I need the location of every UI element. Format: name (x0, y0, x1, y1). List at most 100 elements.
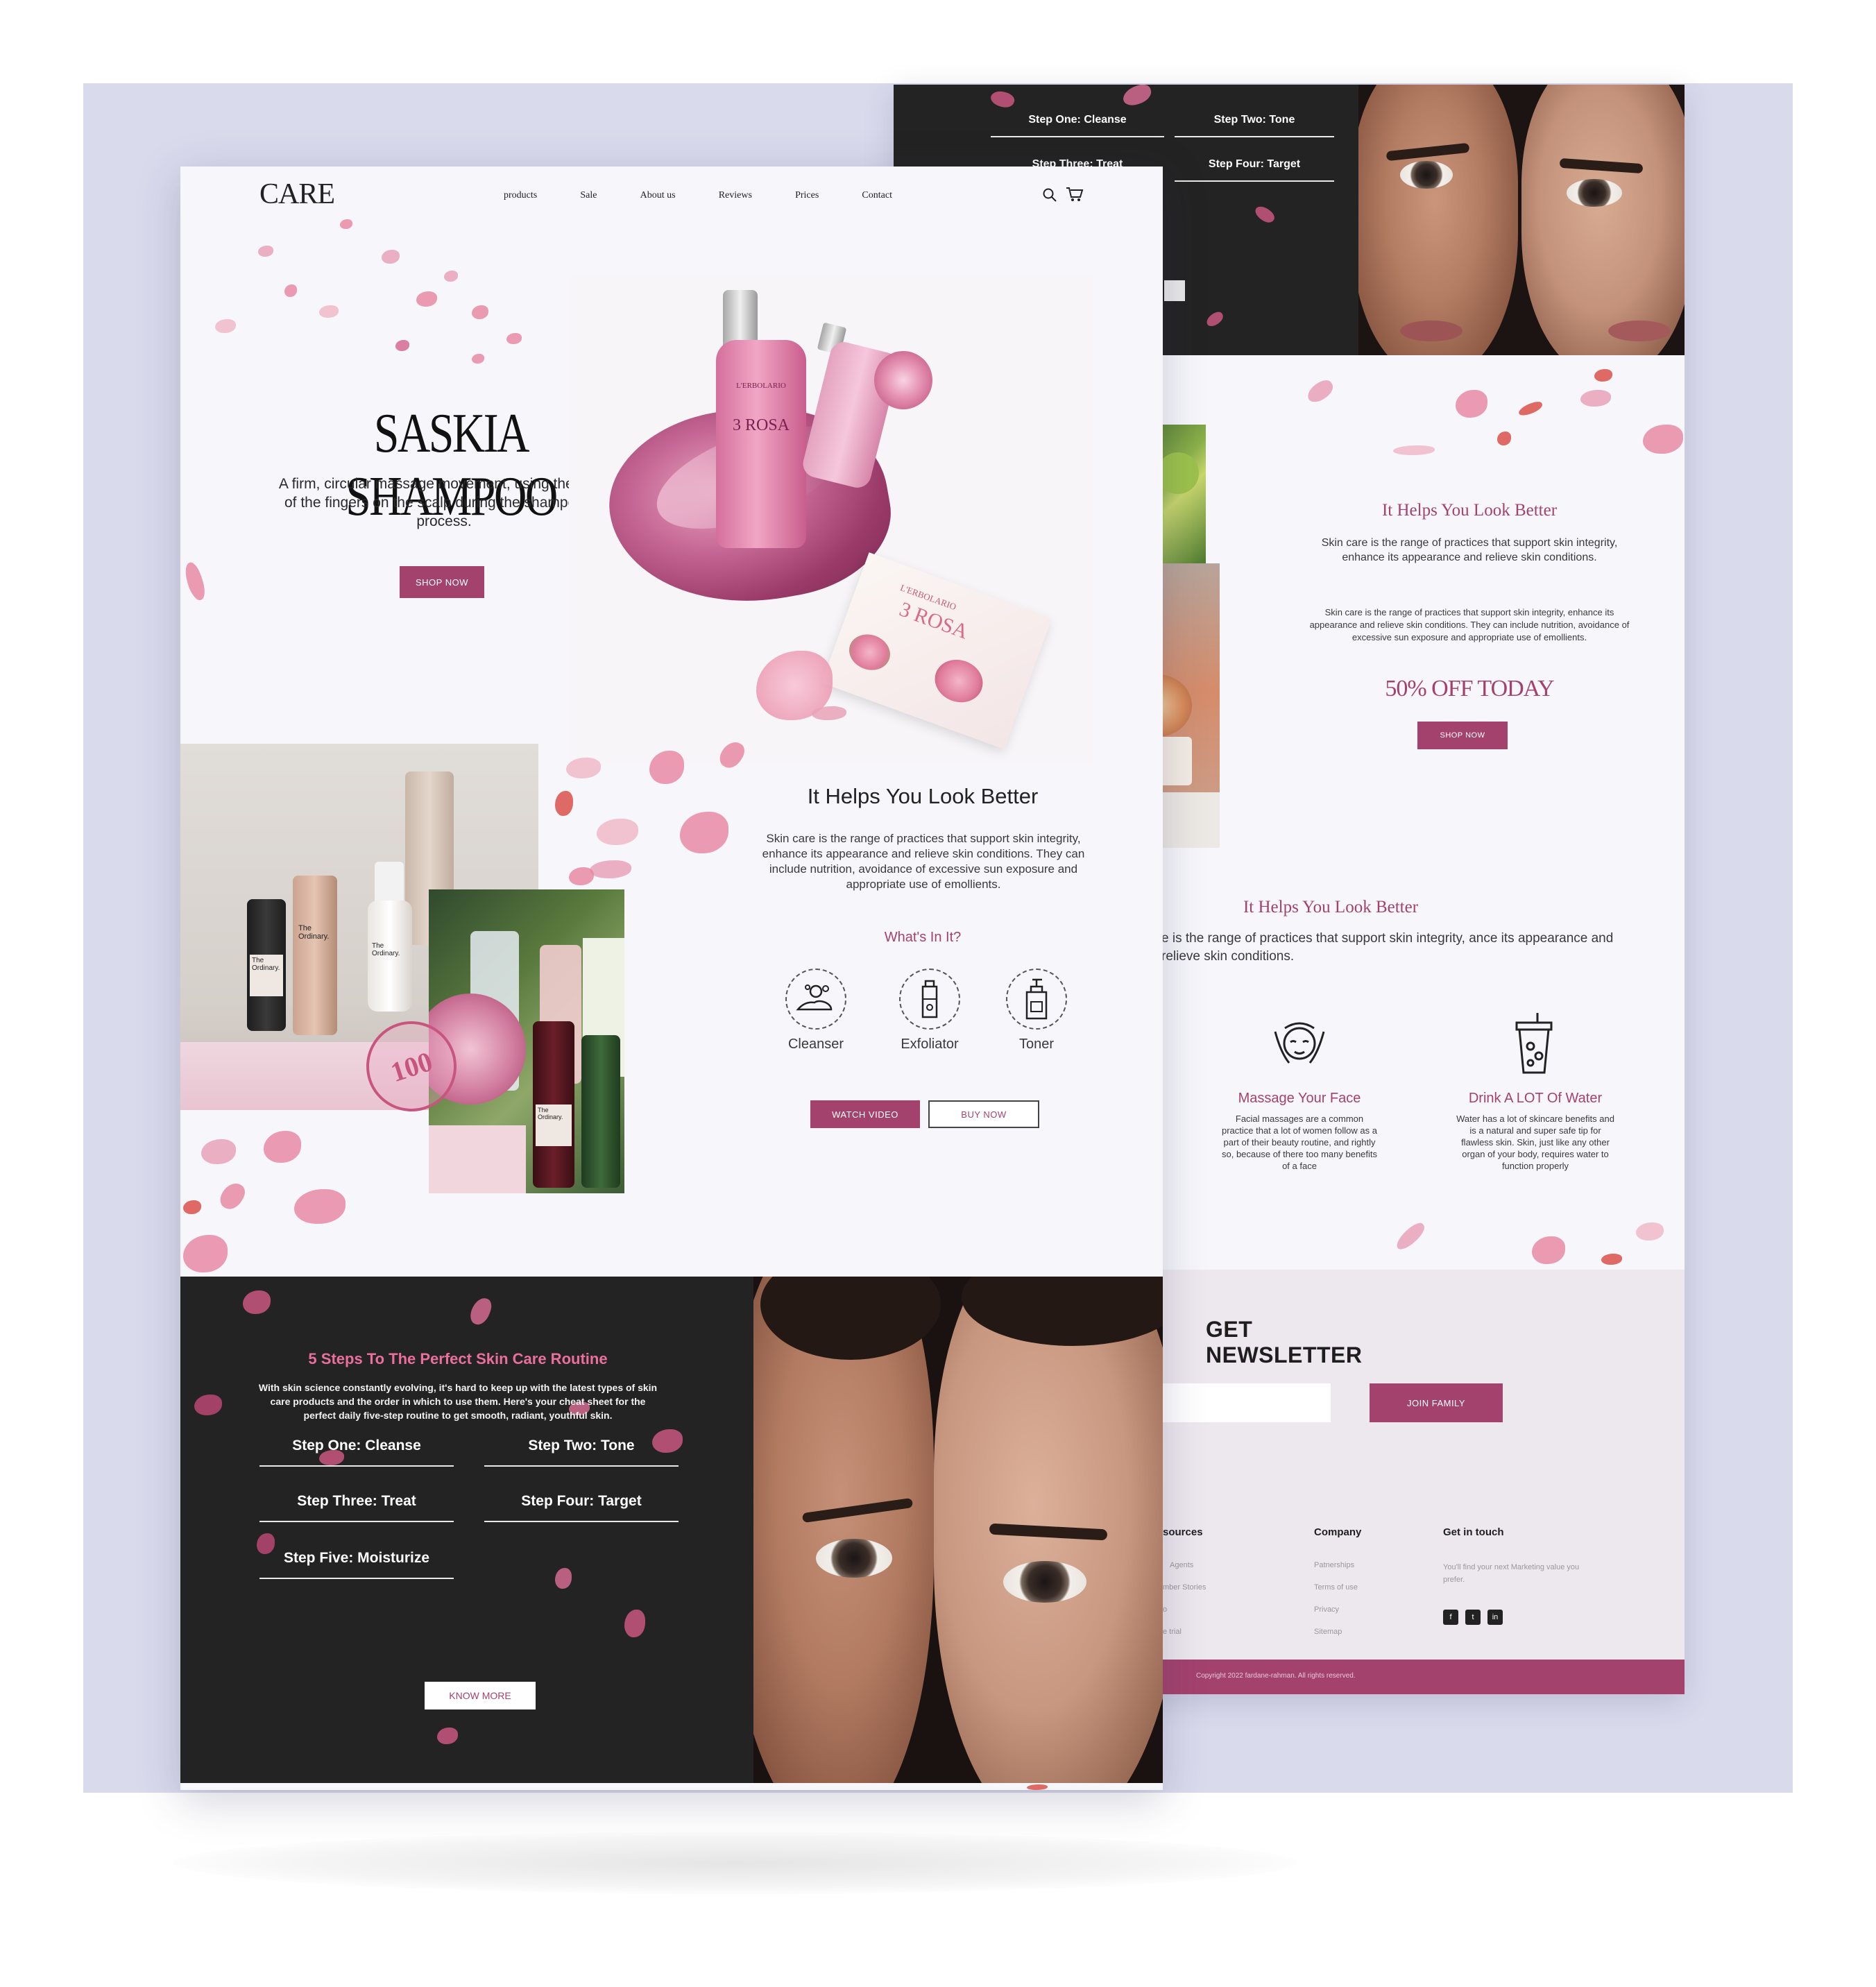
petal (183, 1200, 201, 1214)
petal (382, 250, 400, 264)
footer-link[interactable]: Agents (1170, 1561, 1193, 1569)
linkedin-icon[interactable]: in (1487, 1610, 1503, 1625)
step-two[interactable]: Step Two: Tone (484, 1438, 679, 1467)
petal (1601, 1254, 1622, 1265)
back-promo-body: Skin care is the range of practices that… (1321, 537, 1618, 563)
tip-title-massage: Massage Your Face (1238, 1091, 1361, 1106)
facebook-icon[interactable]: f (1443, 1610, 1458, 1625)
petal (216, 1179, 248, 1213)
petal (215, 319, 236, 333)
back-shop-now-button[interactable]: SHOP NOW (1417, 722, 1508, 749)
ingredient-cleanser: Cleanser (787, 1037, 844, 1052)
step-four[interactable]: Step Four: Target (484, 1493, 679, 1522)
watch-video-button[interactable]: WATCH VIDEO (810, 1100, 920, 1128)
social-links: f t in (1443, 1610, 1510, 1625)
petal (1517, 400, 1544, 418)
bottle-brand-label: L'ERBOLARIO (736, 382, 786, 390)
petal (467, 1295, 495, 1328)
petal (340, 219, 352, 229)
petal (1204, 309, 1226, 329)
step-five[interactable]: Step Five: Moisturize (259, 1550, 454, 1579)
footer-touch-text: You'll find your next Marketing value yo… (1443, 1563, 1580, 1584)
copyright-text: Copyright 2022 fardane-rahman. All right… (1196, 1672, 1356, 1680)
shampoo-bottle: L'ERBOLARIO 3 ROSA (716, 340, 806, 548)
search-icon[interactable] (1042, 187, 1057, 203)
know-more-button[interactable]: KNOW MORE (425, 1682, 536, 1709)
newsletter-title: GET NEWSLETTER (1206, 1317, 1363, 1367)
back-promo-body-small: Skin care is the range of practices that… (1309, 607, 1630, 642)
footer-col-touch-title: Get in touch (1443, 1526, 1504, 1538)
petal (437, 1728, 458, 1744)
step-three[interactable]: Step Three: Treat (259, 1493, 454, 1522)
nav-products[interactable]: products (504, 190, 537, 201)
petal (1027, 1784, 1048, 1790)
petal (1252, 203, 1277, 226)
back-tips-body: e is the range of practices that support… (1161, 931, 1614, 964)
petal (1580, 390, 1611, 407)
petal (183, 1235, 228, 1272)
routine-section: 5 Steps To The Perfect Skin Care Routine… (180, 1277, 753, 1783)
petal (1120, 85, 1154, 108)
petal (989, 87, 1016, 111)
bottle-product-label: 3 ROSA (732, 416, 790, 434)
footer-link[interactable]: Terms of use (1314, 1583, 1358, 1592)
back-tips-title: It Helps You Look Better (1243, 898, 1419, 916)
hero-shop-now-button[interactable]: SHOP NOW (400, 566, 484, 598)
footer-link[interactable]: e trial (1163, 1628, 1182, 1636)
nav-about[interactable]: About us (640, 190, 676, 201)
nav-sale[interactable]: Sale (580, 190, 597, 201)
petal (597, 819, 638, 845)
footer-link[interactable]: Privacy (1314, 1605, 1339, 1614)
petal (258, 246, 273, 257)
bottle-label: The Ordinary. (250, 955, 283, 996)
petal (416, 291, 437, 307)
nav-prices[interactable]: Prices (795, 190, 819, 201)
petal (1392, 1220, 1429, 1253)
cart-icon[interactable] (1066, 186, 1084, 203)
footer-link[interactable]: mber Stories (1163, 1583, 1206, 1592)
serums-image: The Ordinary. (429, 889, 624, 1193)
main-nav: products Sale About us Reviews Prices Co… (504, 190, 892, 201)
petal (472, 354, 484, 364)
petal (264, 1131, 301, 1163)
footer-link[interactable]: Patnerships (1314, 1561, 1354, 1569)
petal (506, 333, 522, 344)
bottle-label: The Ordinary. (536, 1105, 572, 1146)
back-step-four[interactable]: Step Four: Target (1175, 158, 1334, 182)
back-step-two[interactable]: Step Two: Tone (1175, 114, 1334, 137)
nav-reviews[interactable]: Reviews (719, 190, 752, 201)
feature-title: It Helps You Look Better (807, 784, 1039, 808)
ingredient-exfoliator: Exfoliator (901, 1037, 959, 1052)
footer-link[interactable]: o (1163, 1605, 1167, 1614)
petal (1594, 369, 1612, 382)
brand-logo[interactable]: CARE (259, 178, 335, 211)
petal (181, 560, 209, 603)
back-know-more-fragment (1164, 280, 1185, 301)
buy-now-button[interactable]: BUY NOW (928, 1100, 1039, 1128)
faces-image (753, 1277, 1163, 1783)
join-family-button[interactable]: JOIN FAMILY (1370, 1383, 1503, 1422)
petal (444, 271, 458, 282)
whats-in-title: What's In It? (884, 930, 962, 945)
massage-face-icon (1268, 1014, 1331, 1077)
petal (812, 706, 846, 720)
nav-contact[interactable]: Contact (862, 190, 892, 201)
step-one[interactable]: Step One: Cleanse (259, 1438, 454, 1467)
petal (1393, 445, 1435, 455)
cleanser-icon (785, 969, 846, 1030)
footer-link[interactable]: Sitemap (1314, 1628, 1342, 1636)
petal (649, 751, 684, 784)
back-step-one[interactable]: Step One: Cleanse (991, 114, 1164, 137)
twitter-icon[interactable]: t (1465, 1610, 1481, 1625)
petal (1304, 377, 1337, 406)
footer-col-company-title: Company (1314, 1526, 1362, 1538)
petal (1456, 390, 1487, 418)
petal (624, 1610, 645, 1637)
petal (284, 284, 297, 297)
back-promo-title: It Helps You Look Better (1381, 501, 1558, 520)
hero-product-image: L'ERBOLARIO 3 ROSA L'ERBOLARIO 3 ROSA (569, 276, 1093, 765)
product-box: L'ERBOLARIO 3 ROSA (821, 552, 1052, 749)
front-page: CARE products Sale About us Reviews Pric… (180, 167, 1163, 1790)
petal (201, 1139, 236, 1164)
bottle-label: The Ordinary. (372, 942, 400, 957)
